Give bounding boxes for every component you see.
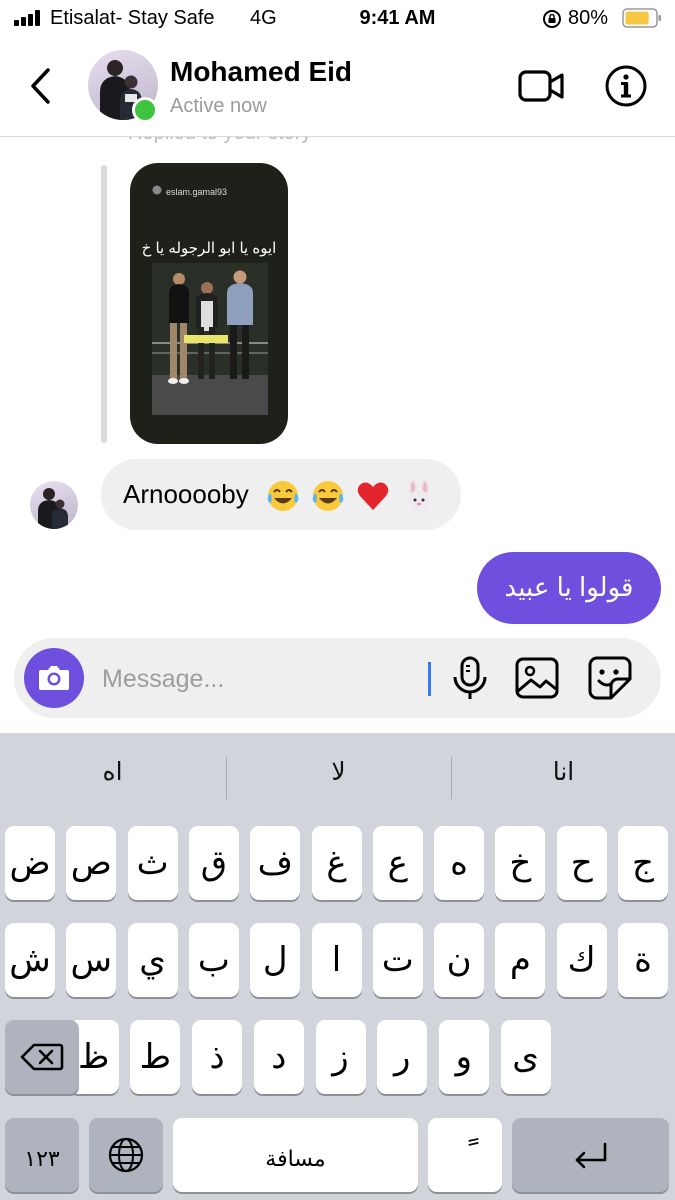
suggestion-3[interactable]: انا [451, 757, 675, 787]
rabbit-face-emoji [407, 479, 430, 513]
globe-key[interactable] [89, 1118, 163, 1192]
info-icon[interactable] [604, 64, 648, 108]
key-row2-2[interactable]: س [66, 923, 117, 997]
suggestion-2[interactable]: لا [226, 757, 451, 787]
key-row3-7[interactable]: ر [377, 1020, 428, 1094]
network-type: 4G [250, 7, 277, 29]
chat-header: Mohamed Eid Active now [0, 38, 675, 137]
video-camera-icon[interactable] [518, 68, 564, 104]
story-username: eslam.gamal93 [166, 187, 228, 197]
story-avatar-icon [152, 185, 162, 195]
outgoing-message[interactable]: قولوا يا عبيد [477, 552, 661, 624]
text-caret [428, 662, 431, 696]
incoming-message[interactable]: Arnooooby [101, 459, 461, 530]
camera-button[interactable] [24, 648, 84, 708]
key-row2-6[interactable]: ا [311, 923, 362, 997]
key-row1-5[interactable]: ف [250, 826, 301, 900]
key-row1-3[interactable]: ث [127, 826, 178, 900]
gallery-icon[interactable] [514, 656, 560, 700]
tears-of-joy-emoji [312, 481, 344, 512]
online-status-dot [132, 97, 158, 123]
key-row3-3[interactable]: ط [130, 1020, 181, 1094]
key-row1-6[interactable]: غ [311, 826, 362, 900]
orientation-lock-icon [543, 10, 561, 28]
key-row3-6[interactable]: ز [315, 1020, 366, 1094]
status-time: 9:41 AM [359, 7, 436, 29]
sender-avatar[interactable] [30, 481, 78, 529]
active-status: Active now [170, 95, 267, 117]
space-key[interactable]: مسافة [173, 1118, 418, 1192]
key-row1-10[interactable]: ح [556, 826, 607, 900]
key-row3-9[interactable]: ى [500, 1020, 551, 1094]
key-row3-8[interactable]: و [438, 1020, 489, 1094]
globe-icon [108, 1137, 144, 1173]
signal-strength-icon [14, 10, 42, 26]
key-row2-11[interactable]: ة [618, 923, 668, 997]
suggestion-1[interactable]: اه [0, 757, 225, 787]
message-composer [14, 638, 661, 718]
key-row2-10[interactable]: ك [556, 923, 607, 997]
keyboard: اه لا انا ضصثقفغعهخحج شسيبلاتنمكة ءظطذدز… [0, 733, 675, 1200]
key-row2-3[interactable]: ي [127, 923, 178, 997]
key-row1-7[interactable]: ع [372, 826, 423, 900]
contact-name[interactable]: Mohamed Eid [170, 56, 352, 88]
sticker-icon[interactable] [587, 655, 633, 701]
key-row1-8[interactable]: ه [434, 826, 485, 900]
incoming-message-text: Arnooooby [123, 479, 249, 509]
diacritic-key[interactable]: ً [428, 1118, 502, 1192]
return-arrow-icon [575, 1142, 606, 1169]
key-row2-9[interactable]: م [495, 923, 546, 997]
tears-of-joy-emoji [267, 481, 299, 512]
red-heart-emoji [358, 482, 389, 511]
microphone-icon[interactable] [450, 656, 490, 700]
message-input[interactable] [100, 660, 424, 698]
key-row2-4[interactable]: ب [188, 923, 239, 997]
numbers-key[interactable]: ١٢٣ [5, 1118, 79, 1192]
carrier-name: Etisalat- Stay Safe [50, 7, 215, 29]
key-row1-1[interactable]: ض [5, 826, 55, 900]
key-row2-7[interactable]: ت [372, 923, 423, 997]
key-row1-9[interactable]: خ [495, 826, 546, 900]
return-key[interactable] [512, 1118, 669, 1192]
story-photo [152, 263, 268, 415]
backspace-key[interactable] [5, 1020, 79, 1094]
story-caption: ايوه يا ابو الرجوله يا خ [141, 240, 277, 257]
chevron-left-icon[interactable] [26, 64, 56, 108]
battery-icon [622, 8, 661, 28]
delete-icon [20, 1043, 64, 1071]
status-bar: Etisalat- Stay Safe 4G 9:41 AM 80% [0, 0, 675, 38]
key-row1-2[interactable]: ص [66, 826, 117, 900]
suggestion-bar: اه لا انا [0, 733, 675, 821]
key-row3-4[interactable]: ذ [192, 1020, 243, 1094]
key-row2-5[interactable]: ل [250, 923, 301, 997]
key-row1-11[interactable]: ج [618, 826, 668, 900]
reply-indicator [101, 165, 107, 443]
key-row1-4[interactable]: ق [188, 826, 239, 900]
outgoing-message-text: قولوا يا عبيد [504, 572, 634, 602]
battery-percent: 80% [568, 7, 609, 29]
key-row2-8[interactable]: ن [434, 923, 485, 997]
key-row2-1[interactable]: ش [5, 923, 55, 997]
story-preview[interactable]: eslam.gamal93 ايوه يا ابو الرجوله يا خ [130, 163, 288, 444]
key-row3-5[interactable]: د [253, 1020, 304, 1094]
camera-icon [39, 666, 69, 690]
